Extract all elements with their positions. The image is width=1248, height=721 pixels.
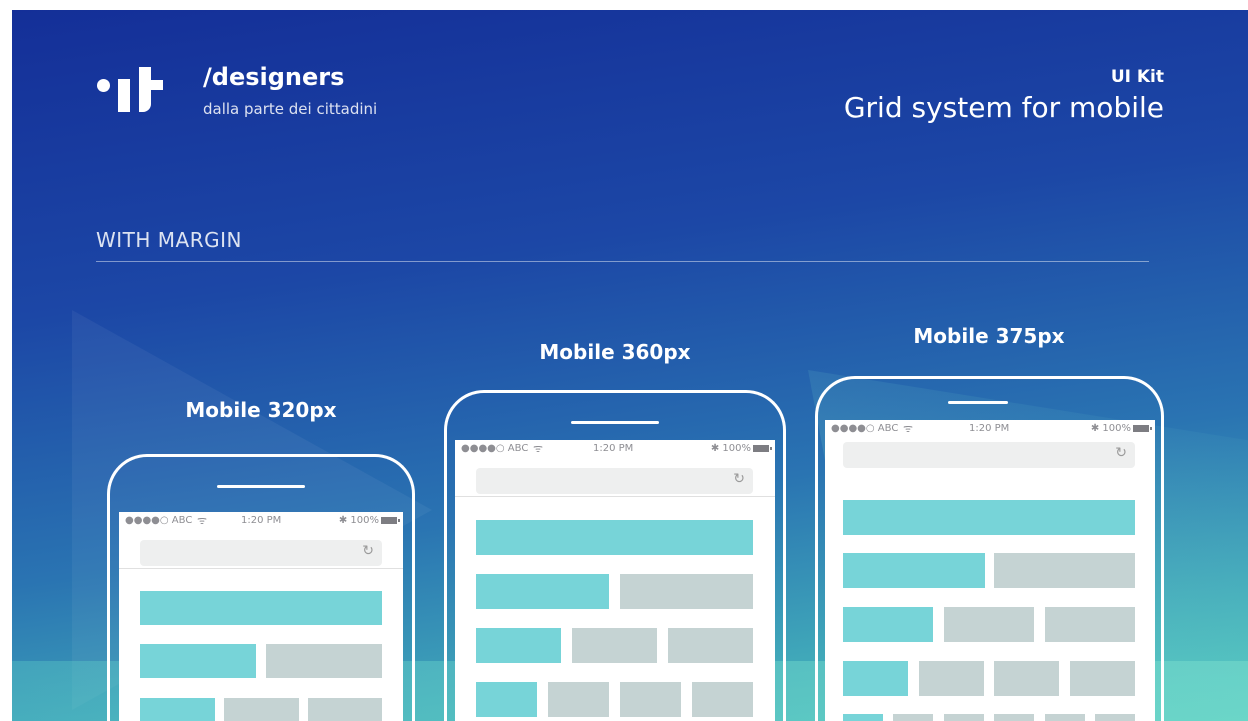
grid-column-half bbox=[140, 644, 256, 678]
battery-icon bbox=[381, 516, 400, 524]
address-bar[interactable]: ↻ bbox=[140, 540, 382, 566]
battery-status: ✱ 100% bbox=[710, 443, 772, 454]
battery-percent: 100% bbox=[722, 443, 751, 454]
status-bar: ●●●●○ ABC ᯤ 1:20 PM ✱ 100% bbox=[455, 440, 775, 458]
battery-status: ✱ 100% bbox=[338, 515, 400, 526]
grid-column-third bbox=[944, 607, 1034, 642]
battery-percent: 100% bbox=[350, 515, 379, 526]
reload-icon[interactable]: ↻ bbox=[1115, 445, 1127, 461]
brand-name: /designers bbox=[203, 63, 345, 91]
grid-column-half bbox=[476, 574, 609, 609]
device-label-360: Mobile 360px bbox=[539, 340, 691, 364]
grid-column-half bbox=[994, 553, 1135, 588]
grid-column-third bbox=[308, 698, 382, 721]
grid-column-full bbox=[476, 520, 753, 555]
section-divider bbox=[96, 261, 1149, 262]
grid-column-sixth bbox=[944, 714, 984, 721]
speaker-slot bbox=[217, 485, 305, 488]
status-time: 1:20 PM bbox=[969, 423, 1010, 434]
grid-column-third bbox=[224, 698, 299, 721]
toolbar-divider bbox=[455, 496, 775, 497]
address-bar[interactable]: ↻ bbox=[843, 442, 1135, 468]
wifi-icon: ᯤ bbox=[903, 422, 914, 435]
reload-icon[interactable]: ↻ bbox=[733, 471, 745, 487]
grid-column-third bbox=[572, 628, 657, 663]
grid-column-full bbox=[140, 591, 382, 625]
speaker-slot bbox=[571, 421, 659, 424]
grid-column-sixth bbox=[1095, 714, 1135, 721]
grid-column-half bbox=[843, 553, 985, 588]
brand-tagline: dalla parte dei cittadini bbox=[203, 100, 378, 118]
status-time: 1:20 PM bbox=[593, 443, 634, 454]
logo-letter-i bbox=[118, 79, 130, 112]
phone-screen-320: ●●●●○ ABC ᯤ 1:20 PM ✱ 100% ↻ bbox=[119, 512, 403, 721]
page-title: Grid system for mobile bbox=[843, 91, 1164, 124]
battery-icon bbox=[753, 444, 772, 452]
carrier-signal: ●●●●○ ABC bbox=[831, 423, 899, 434]
grid-column-half bbox=[620, 574, 753, 609]
grid-column-sixth bbox=[843, 714, 883, 721]
logo-dot bbox=[97, 79, 110, 92]
bluetooth-icon: ✱ bbox=[710, 443, 720, 454]
carrier-signal: ●●●●○ ABC bbox=[461, 443, 529, 454]
battery-percent: 100% bbox=[1102, 423, 1131, 434]
grid-column-full bbox=[843, 500, 1135, 535]
phone-screen-360: ●●●●○ ABC ᯤ 1:20 PM ✱ 100% ↻ bbox=[455, 440, 775, 721]
grid-column-third bbox=[1045, 607, 1135, 642]
grid-column-sixth bbox=[994, 714, 1034, 721]
status-bar: ●●●●○ ABC ᯤ 1:20 PM ✱ 100% bbox=[825, 420, 1155, 438]
grid-column-quarter bbox=[843, 661, 908, 696]
grid-column-third bbox=[843, 607, 933, 642]
grid-column-quarter bbox=[476, 682, 537, 717]
bluetooth-icon: ✱ bbox=[1090, 423, 1100, 434]
grid-column-third bbox=[140, 698, 215, 721]
wifi-icon: ᯤ bbox=[533, 442, 544, 455]
grid-column-third bbox=[668, 628, 753, 663]
grid-column-sixth bbox=[893, 714, 933, 721]
grid-column-quarter bbox=[692, 682, 753, 717]
grid-column-quarter bbox=[994, 661, 1059, 696]
grid-column-quarter bbox=[620, 682, 681, 717]
it-logo bbox=[97, 62, 169, 122]
status-time: 1:20 PM bbox=[241, 515, 282, 526]
bluetooth-icon: ✱ bbox=[338, 515, 348, 526]
reload-icon[interactable]: ↻ bbox=[362, 543, 374, 559]
phone-screen-375: ●●●●○ ABC ᯤ 1:20 PM ✱ 100% ↻ bbox=[825, 420, 1155, 721]
grid-column-half bbox=[266, 644, 382, 678]
grid-column-sixth bbox=[1045, 714, 1085, 721]
battery-status: ✱ 100% bbox=[1090, 423, 1152, 434]
logo-letter-t-bar bbox=[139, 80, 163, 90]
grid-column-third bbox=[476, 628, 561, 663]
toolbar-divider bbox=[119, 568, 403, 569]
address-bar[interactable]: ↻ bbox=[476, 468, 753, 494]
speaker-slot bbox=[948, 401, 1008, 404]
battery-icon bbox=[1133, 424, 1152, 432]
wifi-icon: ᯤ bbox=[197, 514, 208, 527]
status-bar: ●●●●○ ABC ᯤ 1:20 PM ✱ 100% bbox=[119, 512, 403, 530]
device-label-320: Mobile 320px bbox=[185, 398, 337, 422]
section-title: WITH MARGIN bbox=[96, 228, 242, 252]
grid-column-quarter bbox=[1070, 661, 1135, 696]
carrier-signal: ●●●●○ ABC bbox=[125, 515, 193, 526]
kit-label: UI Kit bbox=[1110, 67, 1164, 87]
grid-column-quarter bbox=[548, 682, 609, 717]
device-label-375: Mobile 375px bbox=[913, 324, 1065, 348]
grid-column-quarter bbox=[919, 661, 984, 696]
